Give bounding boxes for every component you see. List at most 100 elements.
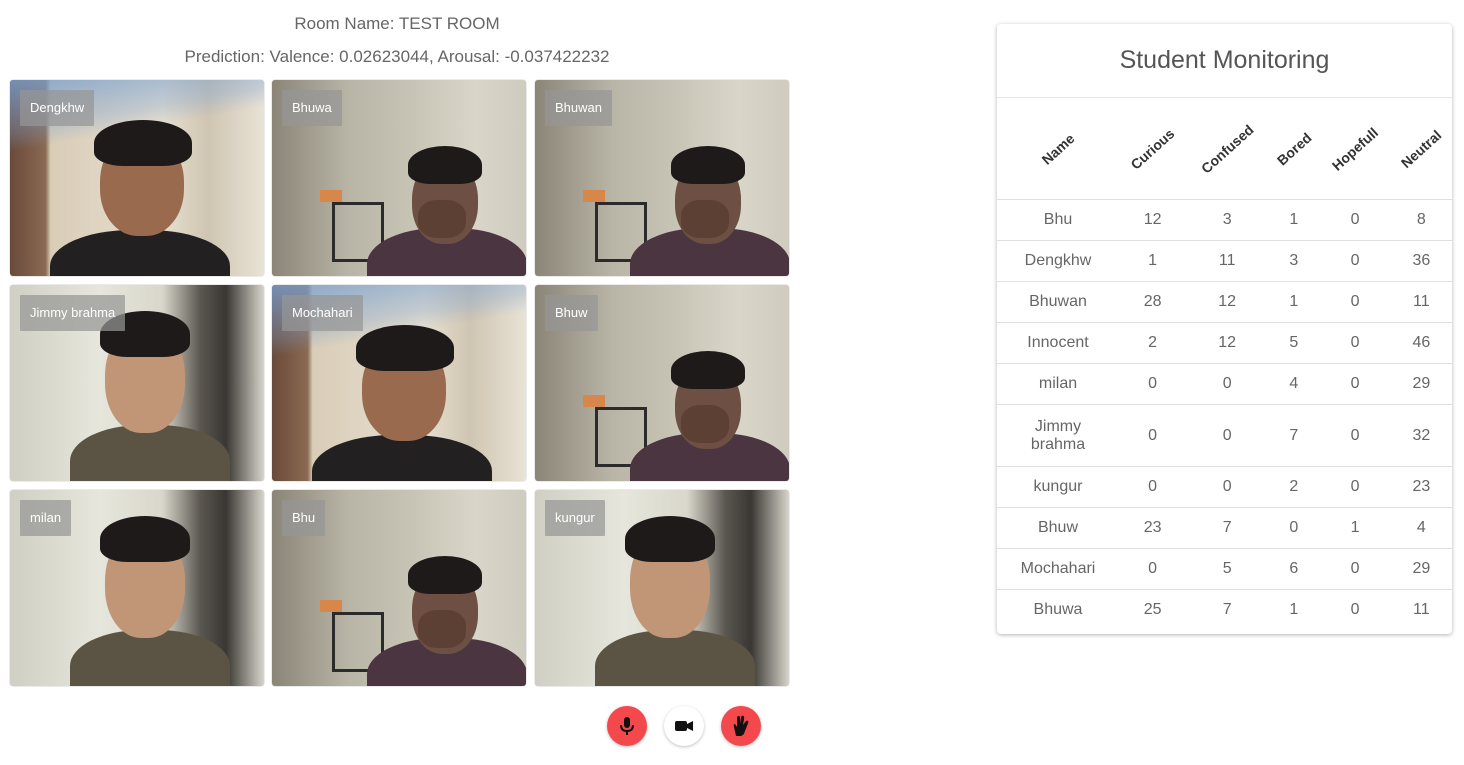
count-cell: 7 <box>1268 404 1320 467</box>
count-cell: 12 <box>1119 199 1187 241</box>
student-name-cell: Bhuwan <box>997 281 1119 323</box>
video-tile[interactable]: Bhuwan <box>535 80 789 276</box>
count-cell: 3 <box>1268 240 1320 282</box>
student-name-cell: Bhuw <box>997 507 1119 549</box>
count-cell: 46 <box>1390 322 1452 364</box>
count-cell: 0 <box>1319 404 1391 467</box>
column-header: Name <box>997 98 1119 200</box>
count-cell: 5 <box>1268 322 1320 364</box>
video-tile[interactable]: milan <box>10 490 264 686</box>
table-row: Jimmy brahma 0 0 7 0 32 <box>997 404 1452 467</box>
table-row: kungur 0 0 2 0 23 <box>997 466 1452 508</box>
student-monitoring-card: Student Monitoring Name Curious Confused Bo… <box>997 24 1452 634</box>
video-tile[interactable]: kungur <box>535 490 789 686</box>
table-header-row: Name Curious Confused Bored Hopefull Neutral <box>997 98 1452 200</box>
count-cell: 36 <box>1390 240 1452 282</box>
count-cell: 0 <box>1119 363 1187 405</box>
count-cell: 7 <box>1186 507 1269 549</box>
table-row: Bhu 12 3 1 0 8 <box>997 199 1452 241</box>
count-cell: 6 <box>1268 548 1320 590</box>
count-cell: 0 <box>1119 548 1187 590</box>
column-header: Bored <box>1268 98 1319 200</box>
column-header-label: Neutral <box>1398 126 1445 171</box>
count-cell: 1 <box>1268 281 1320 323</box>
video-tile[interactable]: Dengkhw <box>10 80 264 276</box>
count-cell: 1 <box>1119 240 1187 282</box>
table-row: milan 0 0 4 0 29 <box>997 363 1452 405</box>
count-cell: 4 <box>1268 363 1320 405</box>
count-cell: 11 <box>1390 589 1452 630</box>
count-cell: 0 <box>1319 281 1391 323</box>
student-name-cell: Innocent <box>997 322 1119 364</box>
raise-hand-button[interactable] <box>721 706 761 746</box>
column-header: Neutral <box>1391 98 1452 200</box>
video-camera-icon <box>675 721 693 731</box>
student-name-cell: Jimmy brahma <box>997 404 1119 467</box>
column-header-label: Name <box>1038 129 1078 168</box>
table-row: Bhuwa 25 7 1 0 11 <box>997 589 1452 630</box>
participant-name-tag: Dengkhw <box>20 90 95 126</box>
microphone-icon <box>620 717 634 735</box>
count-cell: 28 <box>1119 281 1187 323</box>
count-cell: 0 <box>1319 240 1391 282</box>
video-tile[interactable]: Bhuwa <box>272 80 526 276</box>
count-cell: 1 <box>1319 507 1391 549</box>
count-cell: 2 <box>1268 466 1320 508</box>
participant-name-tag: kungur <box>545 500 605 536</box>
column-header: Curious <box>1119 98 1186 200</box>
video-tile[interactable]: Jimmy brahma <box>10 285 264 481</box>
participant-name-tag: Bhuw <box>545 295 598 331</box>
count-cell: 0 <box>1319 466 1391 508</box>
count-cell: 4 <box>1390 507 1452 549</box>
count-cell: 0 <box>1119 466 1187 508</box>
microphone-button[interactable] <box>607 706 647 746</box>
count-cell: 5 <box>1186 548 1269 590</box>
count-cell: 1 <box>1268 589 1320 630</box>
count-cell: 0 <box>1319 322 1391 364</box>
count-cell: 7 <box>1186 589 1269 630</box>
table-row: Dengkhw 1 11 3 0 36 <box>997 240 1452 282</box>
count-cell: 23 <box>1119 507 1187 549</box>
student-name-cell: Bhuwa <box>997 589 1119 630</box>
video-tile[interactable]: Mochahari <box>272 285 526 481</box>
student-name-cell: Dengkhw <box>997 240 1119 282</box>
column-header: Hopefull <box>1320 98 1391 200</box>
video-tile[interactable]: Bhuw <box>535 285 789 481</box>
count-cell: 23 <box>1390 466 1452 508</box>
table-row: Mochahari 0 5 6 0 29 <box>997 548 1452 590</box>
count-cell: 29 <box>1390 548 1452 590</box>
count-cell: 11 <box>1186 240 1269 282</box>
count-cell: 2 <box>1119 322 1187 364</box>
participant-name-tag: Mochahari <box>282 295 363 331</box>
table-row: Bhuwan 28 12 1 0 11 <box>997 281 1452 323</box>
prediction-readout: Prediction: Valence: 0.02623044, Arousal… <box>184 47 610 66</box>
video-tile[interactable]: Bhu <box>272 490 526 686</box>
count-cell: 0 <box>1319 589 1391 630</box>
student-name-cell: milan <box>997 363 1119 405</box>
count-cell: 0 <box>1319 363 1391 405</box>
column-header-label: Hopefull <box>1328 123 1382 174</box>
monitoring-table: Name Curious Confused Bored Hopefull Neutral … <box>997 98 1452 630</box>
count-cell: 0 <box>1186 466 1269 508</box>
count-cell: 8 <box>1390 199 1452 241</box>
video-grid: Dengkhw Bhuwa Bhuwan Jimmy brahma Mochahari B… <box>10 80 790 688</box>
raise-hand-icon <box>733 715 749 736</box>
count-cell: 1 <box>1268 199 1320 241</box>
column-header-label: Confused <box>1197 120 1257 177</box>
count-cell: 29 <box>1390 363 1452 405</box>
count-cell: 25 <box>1119 589 1187 630</box>
count-cell: 0 <box>1319 199 1391 241</box>
participant-name-tag: Bhuwan <box>545 90 612 126</box>
count-cell: 0 <box>1186 404 1269 467</box>
table-row: Innocent 2 12 5 0 46 <box>997 322 1452 364</box>
count-cell: 0 <box>1319 548 1391 590</box>
card-title: Student Monitoring <box>997 24 1452 98</box>
room-name: Room Name: TEST ROOM <box>294 14 500 33</box>
participant-name-tag: milan <box>20 500 72 536</box>
count-cell: 0 <box>1186 363 1269 405</box>
student-name-cell: Mochahari <box>997 548 1119 590</box>
camera-button[interactable] <box>664 706 704 746</box>
count-cell: 3 <box>1186 199 1269 241</box>
count-cell: 12 <box>1186 322 1269 364</box>
column-header-label: Bored <box>1273 129 1315 168</box>
